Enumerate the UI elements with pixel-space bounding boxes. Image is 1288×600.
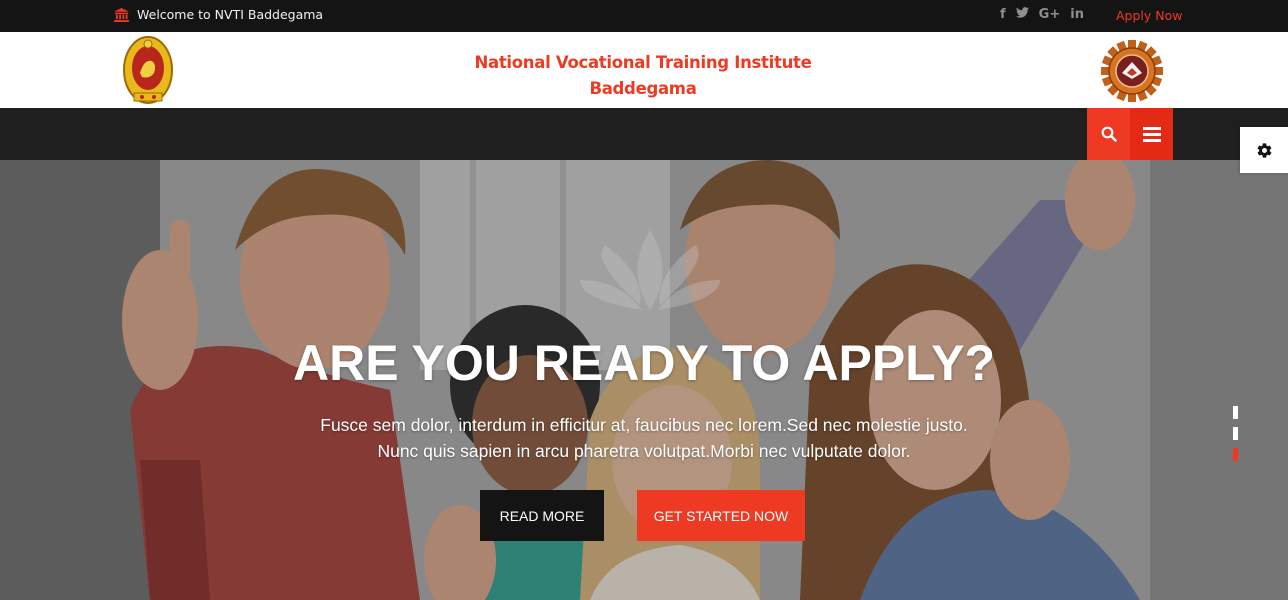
hero-slider: ARE YOU READY TO APPLY? Fusce sem dolor,… bbox=[0, 160, 1288, 600]
read-more-button[interactable]: READ MORE bbox=[480, 490, 604, 541]
slider-pagination bbox=[1233, 406, 1238, 469]
twitter-icon[interactable] bbox=[1015, 7, 1029, 22]
facebook-icon[interactable]: f bbox=[1000, 7, 1006, 22]
welcome-text: Welcome to NVTI Baddegama bbox=[137, 7, 324, 22]
institute-name: National Vocational Training Institute B… bbox=[443, 50, 843, 102]
site-header: National Vocational Training Institute B… bbox=[0, 32, 1288, 108]
search-icon bbox=[1101, 126, 1117, 142]
institute-name-line2: Baddegama bbox=[589, 79, 697, 98]
hero-title: ARE YOU READY TO APPLY? bbox=[292, 335, 996, 391]
search-button[interactable] bbox=[1087, 108, 1130, 160]
gear-icon bbox=[1257, 142, 1271, 158]
apply-now-link[interactable]: Apply Now bbox=[1116, 8, 1183, 23]
welcome-message: Welcome to NVTI Baddegama bbox=[114, 7, 323, 22]
google-plus-icon[interactable]: G+ bbox=[1039, 7, 1061, 22]
hero-text-line1: Fusce sem dolor, interdum in efficitur a… bbox=[320, 415, 968, 435]
social-links: f G+ in bbox=[1000, 7, 1084, 22]
main-navbar bbox=[0, 108, 1288, 160]
top-bar: Welcome to NVTI Baddegama f G+ in Apply … bbox=[0, 0, 1288, 32]
slide-dot-3[interactable] bbox=[1233, 448, 1238, 461]
linkedin-icon[interactable]: in bbox=[1070, 7, 1084, 22]
hamburger-icon bbox=[1142, 126, 1161, 142]
sri-lanka-emblem[interactable] bbox=[122, 35, 174, 105]
hero-text-line2: Nunc quis sapien in arcu pharetra volutp… bbox=[377, 441, 911, 461]
get-started-button[interactable]: GET STARTED NOW bbox=[637, 490, 805, 541]
slide-dot-1[interactable] bbox=[1233, 406, 1238, 419]
institute-name-line1: National Vocational Training Institute bbox=[474, 53, 812, 72]
settings-button[interactable] bbox=[1240, 127, 1288, 173]
hero-description: Fusce sem dolor, interdum in efficitur a… bbox=[244, 412, 1044, 464]
vta-gear-logo[interactable] bbox=[1100, 39, 1164, 103]
slide-dot-2[interactable] bbox=[1233, 427, 1238, 440]
bank-icon bbox=[114, 7, 129, 22]
menu-button[interactable] bbox=[1130, 108, 1173, 160]
